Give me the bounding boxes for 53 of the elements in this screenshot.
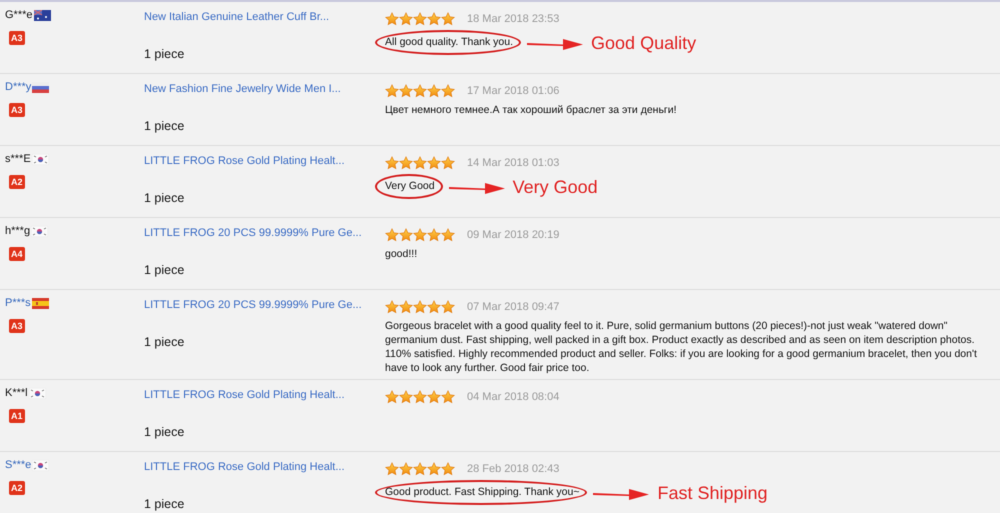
arrow-icon [527,37,584,51]
quantity-text: 1 piece [144,119,186,133]
review-date: 17 Mar 2018 01:06 [467,85,560,97]
arrow-icon [448,181,505,195]
annotation-text: Fast Shipping [657,483,768,503]
review-date: 14 Mar 2018 01:03 [467,157,560,169]
level-badge: A3 [9,31,25,45]
flag-icon [31,226,48,237]
flag-icon [32,154,49,165]
product-link[interactable]: New Italian Genuine Leather Cuff Br... [144,9,385,23]
review-comment: Good product. Fast Shipping. Thank you~ [385,485,580,499]
review-date: 09 Mar 2018 20:19 [467,229,560,241]
review-date: 04 Mar 2018 08:04 [467,391,560,403]
buyer-name: G***e [5,9,33,21]
product-link[interactable]: LITTLE FROG Rose Gold Plating Healt... [144,387,385,401]
quantity-text: 1 piece [144,497,186,511]
quantity-text: 1 piece [144,263,186,277]
product-link[interactable]: LITTLE FROG Rose Gold Plating Healt... [144,459,385,473]
product-link[interactable]: LITTLE FROG 20 PCS 99.9999% Pure Ge... [144,297,385,311]
level-badge: A1 [9,409,25,423]
level-badge: A2 [9,481,25,495]
flag-icon [32,298,49,309]
buyer-name: K***l [5,387,28,399]
level-badge: A4 [9,247,25,261]
quantity-text: 1 piece [144,47,186,61]
review-date: 07 Mar 2018 09:47 [467,301,560,313]
buyer-name: h***g [5,225,30,237]
review-comment: All good quality. Thank you. [385,35,514,49]
annotation-text: Very Good [512,177,598,197]
product-link[interactable]: LITTLE FROG Rose Gold Plating Healt... [144,153,385,167]
review-date: 28 Feb 2018 02:43 [467,463,560,475]
review-comment: Gorgeous bracelet with a good quality feel to it. Pure, solid germanium buttons (20 pieces!)-not just weak "watered down" germanium dust. Fast shipping, well packed in a gift box. Product exactly as described and as seen on item description photos. 110% satisfied. Highly recommended product and seller. Folks: if you are looking for a good germanium bracelet, then you don't have to look any further. Good fair price too. [385,319,978,375]
quantity-text: 1 piece [144,191,186,205]
buyer-name[interactable]: D***y [5,81,32,93]
buyer-name: s***E [5,153,31,165]
level-badge: A3 [9,319,25,333]
arrow-icon [593,487,650,501]
review-date: 18 Mar 2018 23:53 [467,13,560,25]
buyer-name[interactable]: S***e [5,459,32,471]
flag-icon [32,460,50,471]
level-badge: A2 [9,175,25,189]
annotation-text: Good Quality [591,33,696,53]
flag-icon [28,388,46,399]
review-comment: good!!! [385,247,418,261]
flag-icon [34,10,51,21]
product-link[interactable]: LITTLE FROG 20 PCS 99.9999% Pure Ge... [144,225,385,239]
product-link[interactable]: New Fashion Fine Jewelry Wide Men I... [144,81,385,95]
quantity-text: 1 piece [144,335,186,349]
review-comment: Цвет немного темнее.А так хороший браслет за эти деньги! [385,103,677,117]
review-comment: Very Good [385,179,435,193]
buyer-name[interactable]: P***s [5,297,31,309]
quantity-text: 1 piece [144,425,186,439]
level-badge: A3 [9,103,25,117]
